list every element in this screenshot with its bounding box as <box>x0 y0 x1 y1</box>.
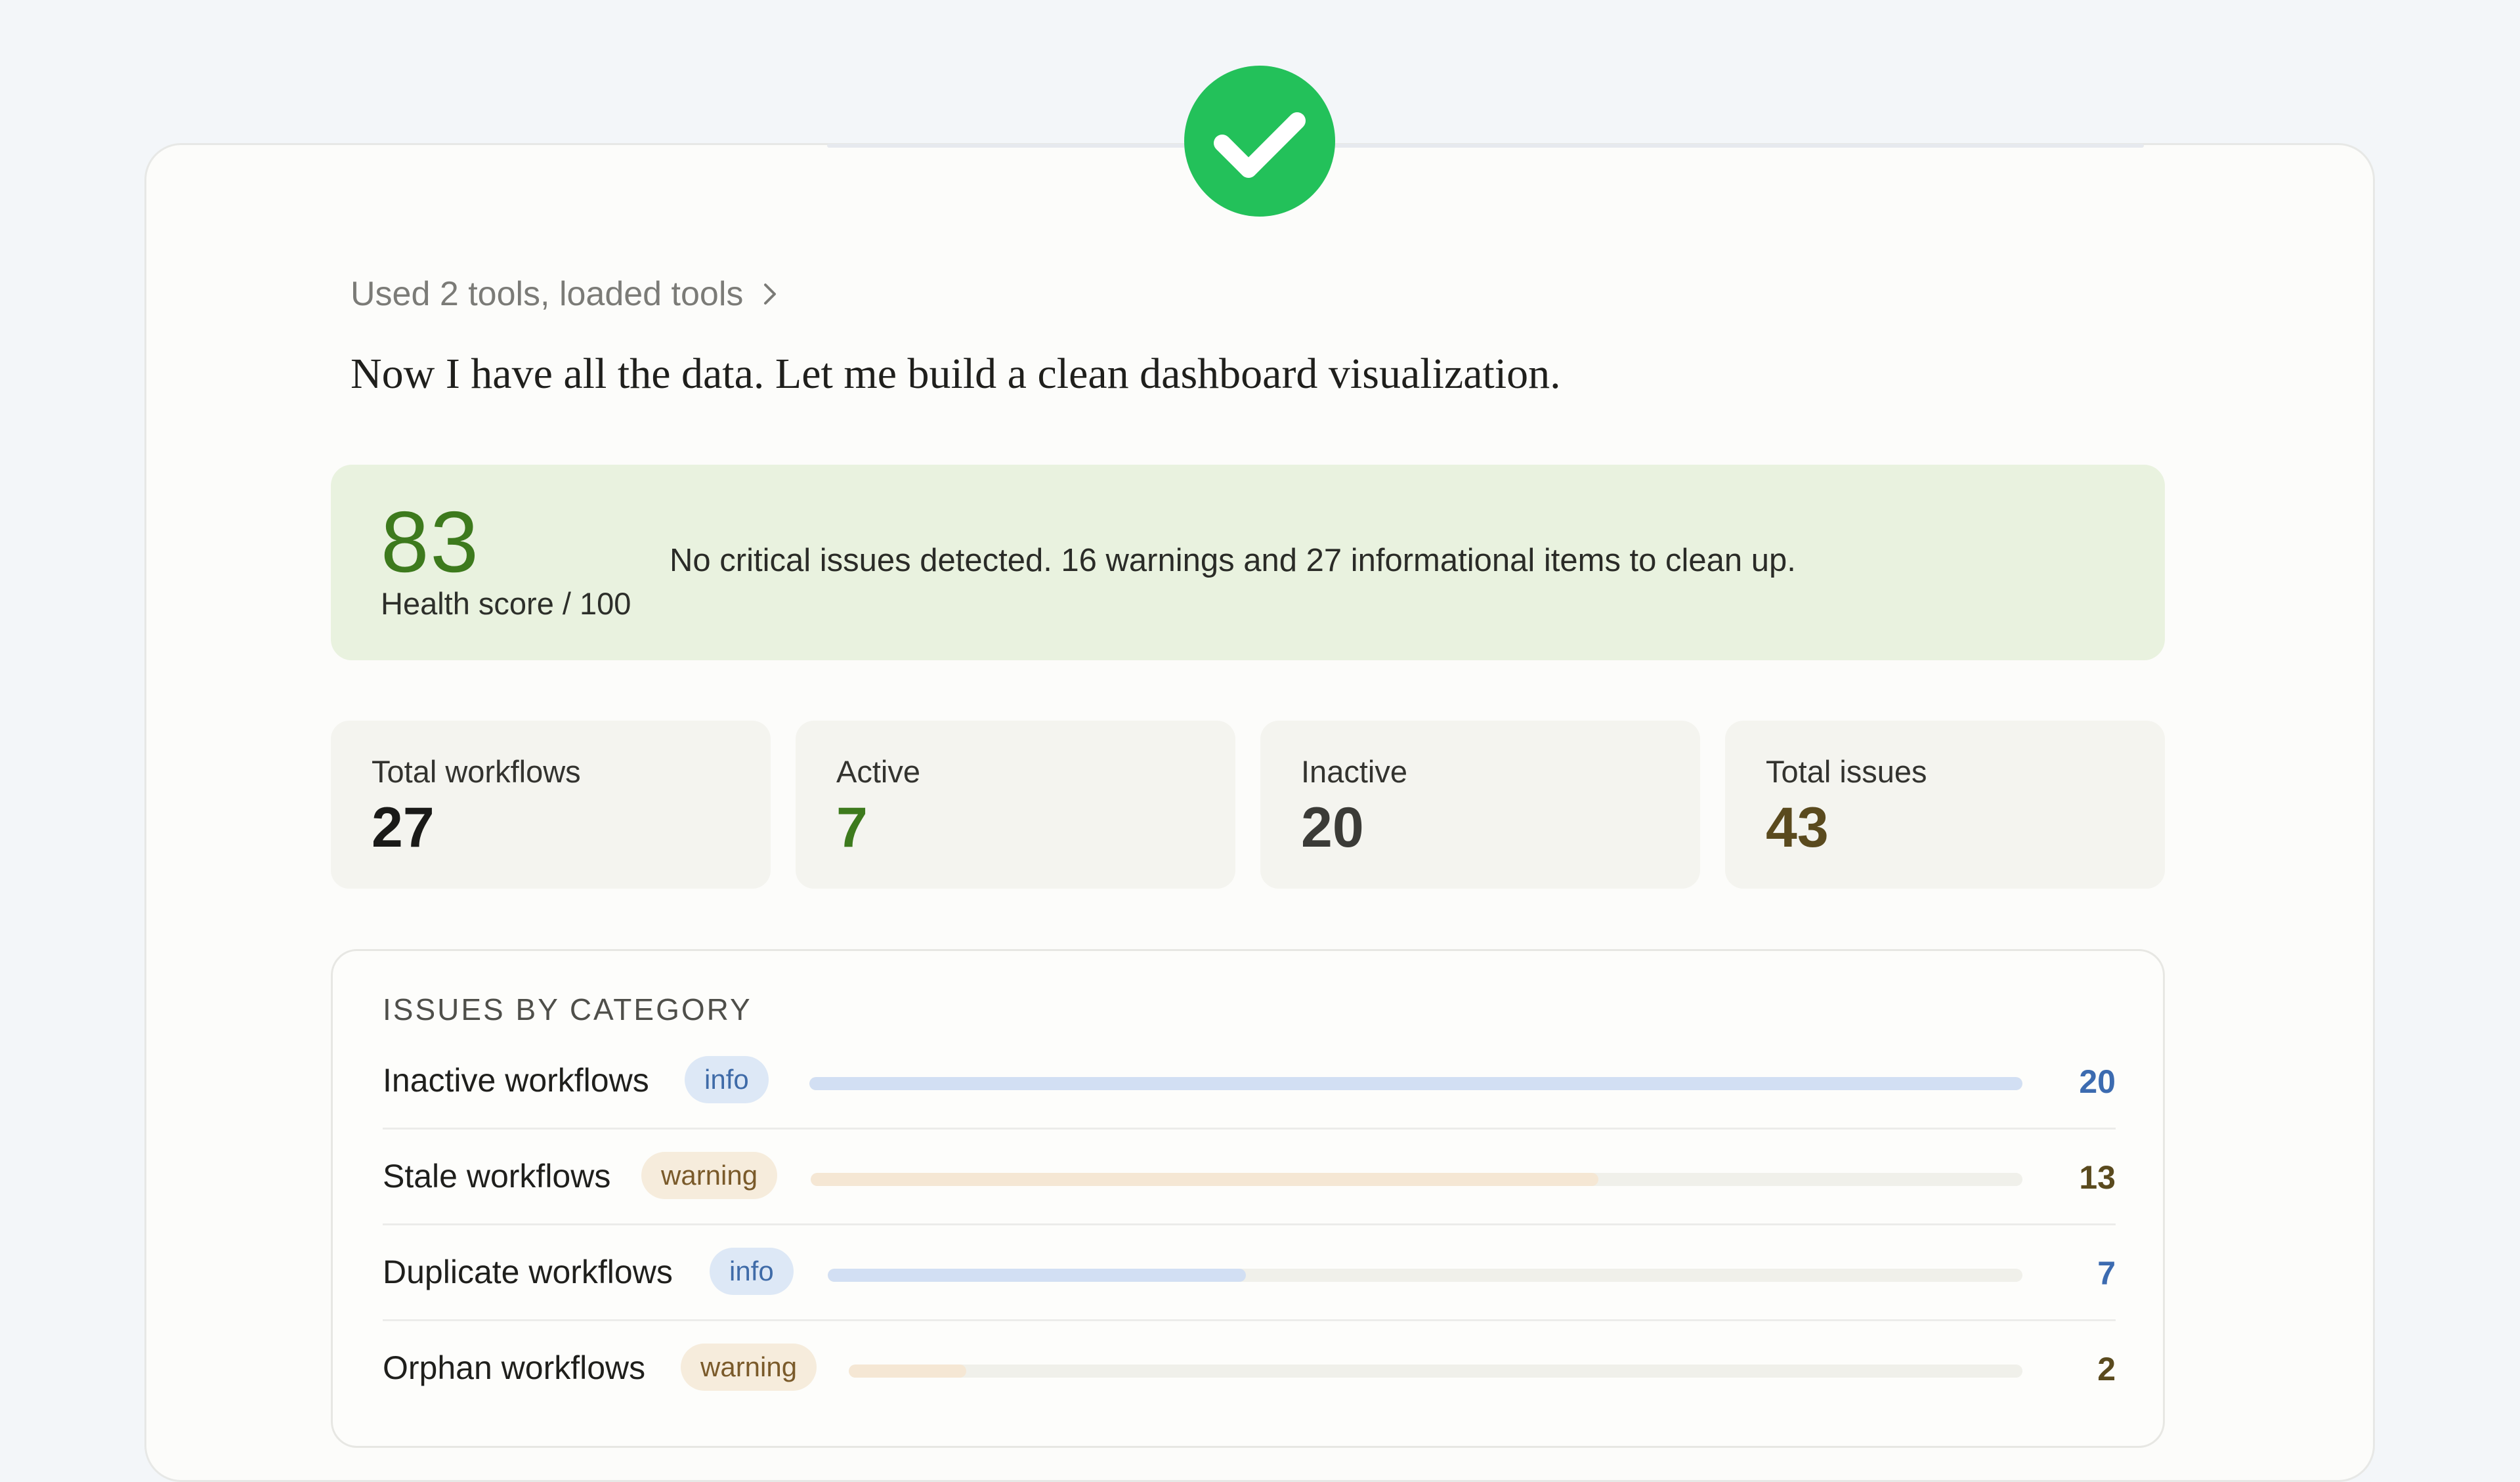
issue-tag: warning <box>681 1344 817 1391</box>
stat-label: Total workflows <box>372 754 581 789</box>
stat-label: Inactive <box>1301 754 1407 789</box>
stat-value: 43 <box>1766 796 1829 859</box>
check-circle-icon <box>1184 66 1335 217</box>
health-score-label: Health score / 100 <box>381 586 631 621</box>
issue-name: Stale workflows <box>383 1158 611 1195</box>
issues-title: ISSUES BY CATEGORY <box>383 992 752 1027</box>
issue-bar-track <box>811 1173 2022 1186</box>
issue-name: Inactive workflows <box>383 1062 649 1099</box>
stat-card-active: Active 7 <box>796 721 1235 889</box>
issue-bar-track <box>828 1269 2022 1282</box>
issue-count: 2 <box>2097 1351 2116 1387</box>
issue-bar-fill <box>849 1365 966 1378</box>
health-description: No critical issues detected. 16 warnings… <box>670 543 1796 578</box>
issue-name: Duplicate workflows <box>383 1254 673 1290</box>
stat-value: 27 <box>372 796 435 859</box>
issue-tag: info <box>710 1248 794 1295</box>
issue-count: 7 <box>2097 1255 2116 1292</box>
chevron-right-icon <box>764 284 777 305</box>
stat-card-total-issues: Total issues 43 <box>1725 721 2165 889</box>
issue-bar-fill <box>811 1173 1598 1186</box>
lead-text: Now I have all the data. Let me build a … <box>351 350 1561 398</box>
issue-tag: warning <box>641 1152 778 1199</box>
stat-label: Active <box>836 754 920 789</box>
issue-bar-fill <box>828 1269 1246 1282</box>
issue-count: 13 <box>2079 1159 2116 1196</box>
issue-bar-fill <box>809 1077 2022 1090</box>
stat-value: 7 <box>836 796 868 859</box>
issue-row: Inactive workflows info 20 <box>383 1034 2116 1130</box>
stat-cards: Total workflows 27 Active 7 Inactive 20 … <box>331 721 2165 889</box>
issue-bar-track <box>809 1077 2022 1090</box>
stat-card-inactive: Inactive 20 <box>1260 721 1700 889</box>
issue-row: Stale workflows warning 13 <box>383 1130 2116 1225</box>
tools-summary-toggle[interactable]: Used 2 tools, loaded tools <box>351 274 780 314</box>
issue-row: Duplicate workflows info 7 <box>383 1225 2116 1321</box>
issue-row: Orphan workflows warning 2 <box>383 1321 2116 1417</box>
issue-count: 20 <box>2079 1063 2116 1100</box>
stat-card-total-workflows: Total workflows 27 <box>331 721 771 889</box>
health-score-value: 83 <box>381 494 480 590</box>
stat-value: 20 <box>1301 796 1364 859</box>
top-divider <box>827 144 2144 148</box>
issue-tag: info <box>685 1056 769 1103</box>
tools-summary-text: Used 2 tools, loaded tools <box>351 275 744 313</box>
issue-name: Orphan workflows <box>383 1349 646 1386</box>
issues-by-category-panel: ISSUES BY CATEGORY Inactive workflows in… <box>331 949 2165 1448</box>
health-score-banner: 83 Health score / 100 No critical issues… <box>331 465 2165 660</box>
stat-label: Total issues <box>1766 754 1927 789</box>
issue-bar-track <box>849 1365 2022 1378</box>
